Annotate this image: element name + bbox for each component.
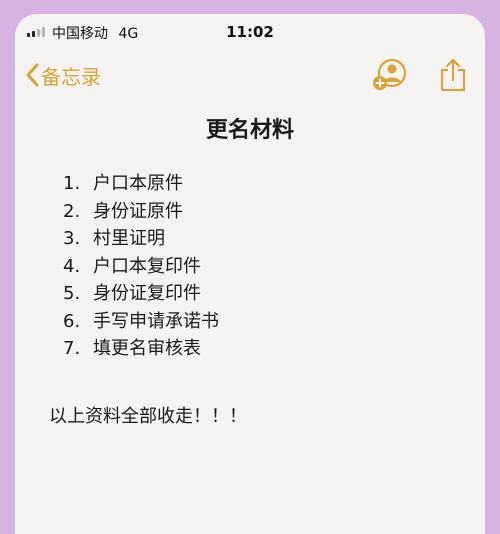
note-title: 更名材料 [205, 118, 294, 143]
share-button[interactable] [437, 56, 469, 94]
note-list: 1. 户口本原件 2. 身份证原件 3. 村里证明 4. 户口本复印件 5. 身份证复印件… [63, 170, 219, 363]
list-item-number: 2. [63, 200, 81, 222]
list-item-number: 6. [63, 310, 81, 332]
note-footer-text: 以上资料全部收走！！！ [49, 406, 247, 427]
status-time: 11:02 [226, 23, 274, 41]
add-person-icon [373, 58, 407, 90]
list-item: 6. 手写申请承诺书 [63, 308, 219, 336]
list-item-text: 户口本复印件 [93, 255, 201, 277]
list-item-text: 手写申请承诺书 [93, 310, 219, 332]
chevron-left-icon [26, 63, 39, 87]
add-people-button[interactable] [371, 56, 409, 94]
back-label: 备忘录 [41, 64, 101, 89]
phone-screen: 中国移动 4G 11:02 备忘录 更名材料 1. 户口本原件 2. 身份证原件… [15, 14, 485, 534]
list-item: 5. 身份证复印件 [63, 280, 219, 308]
list-item-text: 村里证明 [93, 228, 165, 249]
list-item-number: 7. [63, 338, 81, 359]
list-item-text: 填更名审核表 [93, 338, 201, 359]
list-item-number: 5. [63, 283, 81, 304]
list-item: 7. 填更名审核表 [63, 335, 219, 363]
list-item: 3. 村里证明 [63, 225, 219, 253]
list-item: 4. 户口本复印件 [63, 253, 219, 281]
list-item-number: 1. [63, 173, 81, 194]
list-item-number: 4. [63, 255, 81, 277]
list-item: 1. 户口本原件 [63, 170, 219, 198]
list-item-text: 身份证复印件 [93, 283, 201, 304]
list-item-text: 身份证原件 [93, 200, 183, 222]
list-item-number: 3. [63, 228, 81, 249]
share-icon [440, 58, 466, 92]
list-item-text: 户口本原件 [93, 173, 183, 194]
status-bar: 中国移动 4G 11:02 [15, 14, 485, 50]
nav-bar: 备忘录 [15, 50, 485, 100]
back-button[interactable]: 备忘录 [25, 58, 101, 92]
list-item: 2. 身份证原件 [63, 198, 219, 226]
